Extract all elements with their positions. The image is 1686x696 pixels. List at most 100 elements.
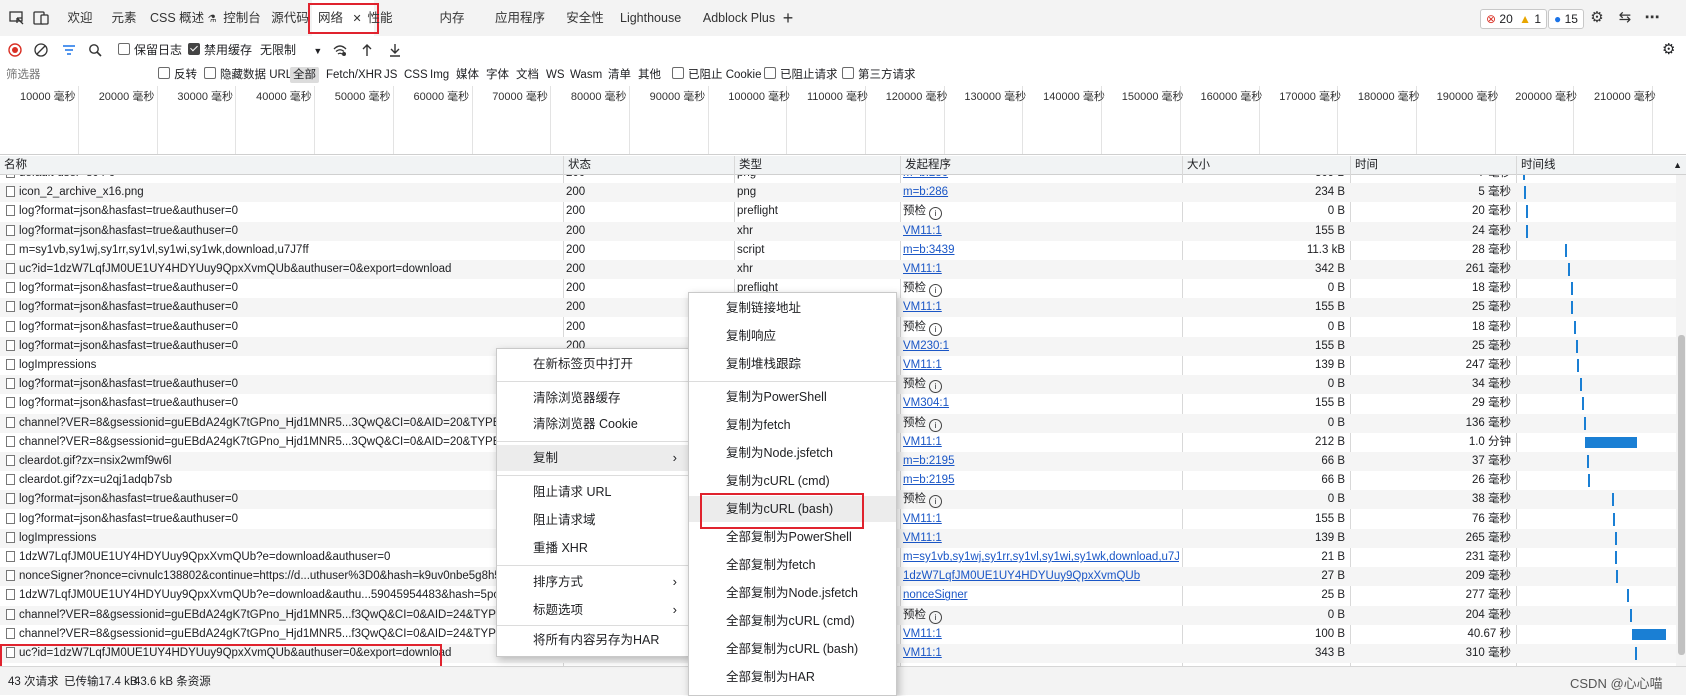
cell-name[interactable]: 1dzW7LqfJM0UE1UY4HDYUuy9QpxXvmQUb?e=down… <box>6 586 558 605</box>
copy-as-curl-cmd[interactable]: 复制为cURL (cmd) <box>689 468 896 494</box>
copy-link-address[interactable]: 复制链接地址 <box>689 295 896 321</box>
preserve-log-checkbox[interactable]: 保留日志 <box>118 41 182 59</box>
info-counter[interactable]: ● 15 <box>1548 9 1584 29</box>
filter-type-css[interactable]: CSS <box>404 67 428 83</box>
cell-initiator[interactable]: VM11:1 <box>903 222 1179 241</box>
filter-input[interactable] <box>4 66 148 84</box>
upload-icon[interactable] <box>360 41 374 62</box>
tab-adblock-plus[interactable]: Adblock Plus <box>702 0 776 36</box>
cell-name[interactable]: log?format=json&hasfast=true&authuser=0 <box>6 375 558 394</box>
menu-block-url[interactable]: 阻止请求 URL <box>497 479 689 505</box>
disable-cache-checkbox[interactable]: 禁用缓存 <box>188 41 252 59</box>
blocked-requests-checkbox[interactable]: 已阻止请求 <box>764 67 838 83</box>
wifi-settings-icon[interactable] <box>332 41 348 62</box>
copy-as-curl-bash[interactable]: 复制为cURL (bash) <box>689 496 896 522</box>
cell-name[interactable]: logImpressions <box>6 529 558 548</box>
hide-data-urls-box[interactable] <box>204 67 216 79</box>
table-row[interactable]: uc?id=1dzW7LqfJM0UE1UY4HDYUuy9QpxXvmQUb&… <box>0 260 1686 279</box>
tab-console[interactable]: 控制台 <box>222 0 262 36</box>
cell-name[interactable]: log?format=json&hasfast=true&authuser=0 <box>6 298 558 317</box>
record-stop-icon[interactable] <box>8 41 22 62</box>
copy-stack-trace[interactable]: 复制堆栈跟踪 <box>689 351 896 377</box>
filter-icon[interactable] <box>62 41 76 62</box>
col-status-header[interactable]: 状态 <box>563 156 734 174</box>
cell-name[interactable]: channel?VER=8&gsessionid=guEBdA24gK7tGPn… <box>6 414 558 433</box>
cell-initiator[interactable]: VM304:1 <box>903 394 1179 413</box>
tab-memory[interactable]: 内存 <box>432 0 472 36</box>
cell-name[interactable]: log?format=json&hasfast=true&authuser=0 <box>6 510 558 529</box>
tab-welcome[interactable]: 欢迎 <box>60 0 100 36</box>
inspect-icon[interactable] <box>8 9 26 27</box>
cell-name[interactable]: log?format=json&hasfast=true&authuser=0 <box>6 222 558 241</box>
filter-type-font[interactable]: 字体 <box>486 67 509 83</box>
menu-replay-xhr[interactable]: 重播 XHR <box>497 535 689 561</box>
col-initiator-header[interactable]: 发起程序 <box>900 156 1182 174</box>
copy-all-as-curl-cmd[interactable]: 全部复制为cURL (cmd) <box>689 608 896 634</box>
cell-name[interactable]: log?format=json&hasfast=true&authuser=0 <box>6 279 558 298</box>
table-row[interactable]: log?format=json&hasfast=true&authuser=0 2… <box>0 202 1686 221</box>
filter-type-doc[interactable]: 文档 <box>516 67 539 83</box>
connect-icon[interactable]: ⇆ <box>1616 9 1634 27</box>
menu-copy[interactable]: 复制 › <box>497 445 689 471</box>
preserve-log-box[interactable] <box>118 43 130 55</box>
col-size-header[interactable]: 大小 <box>1182 156 1350 174</box>
download-icon[interactable] <box>388 41 402 62</box>
tab-elements[interactable]: 元素 <box>106 0 142 36</box>
menu-clear-cookies[interactable]: 清除浏览器 Cookie <box>497 411 689 437</box>
cell-initiator[interactable]: 预检 i <box>903 318 1179 337</box>
filter-type-ws[interactable]: WS <box>546 67 565 83</box>
menu-clear-cache[interactable]: 清除浏览器缓存 <box>497 385 689 411</box>
cell-initiator[interactable]: VM11:1 <box>903 298 1179 317</box>
col-time-header[interactable]: 时间 <box>1350 156 1516 174</box>
cell-initiator[interactable]: VM11:1 <box>903 510 1179 529</box>
menu-save-all-har[interactable]: 将所有内容另存为HAR <box>497 627 689 653</box>
overview-timeline[interactable]: 10000 毫秒 20000 毫秒 30000 毫秒 40000 毫秒 50000 毫秒… <box>0 86 1686 155</box>
cell-initiator[interactable]: 预检 i <box>903 490 1179 509</box>
blocked-cookies-box[interactable] <box>672 67 684 79</box>
device-toolbar-icon[interactable] <box>32 9 50 27</box>
throttling-select[interactable]: 无限制 ▼ <box>260 41 322 60</box>
cell-initiator[interactable]: 预检 i <box>903 414 1179 433</box>
cell-name[interactable]: log?format=json&hasfast=true&authuser=0 <box>6 394 558 413</box>
cell-initiator[interactable]: VM11:1 <box>903 433 1179 452</box>
settings-icon[interactable]: ⚙ <box>1662 41 1675 59</box>
copy-as-fetch[interactable]: 复制为fetch <box>689 412 896 438</box>
menu-open-new-tab[interactable]: 在新标签页中打开 <box>497 351 689 377</box>
cell-name[interactable]: channel?VER=8&gsessionid=guEBdA24gK7tGPn… <box>6 625 558 644</box>
tab-security[interactable]: 安全性 <box>560 0 610 36</box>
table-row[interactable]: log?format=json&hasfast=true&authuser=0 2… <box>0 221 1686 241</box>
tab-application[interactable]: 应用程序 <box>488 0 552 36</box>
cell-initiator[interactable]: 1dzW7LqfJM0UE1UY4HDYUuy9QpxXvmQUb <box>903 567 1179 586</box>
table-row[interactable]: icon_2_archive_x16.png 200 png m=b:286 234 B… <box>0 183 1686 203</box>
cell-name[interactable]: m=sy1vb,sy1wj,sy1rr,sy1vl,sy1wi,sy1wk,do… <box>6 241 558 260</box>
copy-all-as-fetch[interactable]: 全部复制为fetch <box>689 552 896 578</box>
cell-name[interactable]: log?format=json&hasfast=true&authuser=0 <box>6 490 558 509</box>
cell-initiator[interactable]: VM11:1 <box>903 529 1179 548</box>
cell-name[interactable]: channel?VER=8&gsessionid=guEBdA24gK7tGPn… <box>6 433 558 452</box>
cell-initiator[interactable]: VM230:1 <box>903 337 1179 356</box>
copy-as-nodejs-fetch[interactable]: 复制为Node.jsfetch <box>689 440 896 466</box>
cell-initiator[interactable]: m=b:3439 <box>903 241 1179 260</box>
tab-lighthouse[interactable]: Lighthouse <box>620 0 681 36</box>
menu-sort-by[interactable]: 排序方式 › <box>497 569 689 595</box>
cell-name[interactable]: log?format=json&hasfast=true&authuser=0 <box>6 337 558 356</box>
filter-type-other[interactable]: 其他 <box>638 67 661 83</box>
menu-block-domain[interactable]: 阻止请求域 <box>497 507 689 533</box>
filter-type-js[interactable]: JS <box>384 67 397 83</box>
cell-name[interactable]: uc?id=1dzW7LqfJM0UE1UY4HDYUuy9QpxXvmQUb&… <box>6 260 558 279</box>
cell-initiator[interactable]: nonceSigner <box>903 586 1179 605</box>
filter-type-all[interactable]: 全部 <box>290 67 319 83</box>
cell-initiator[interactable]: 预检 i <box>903 375 1179 394</box>
disable-cache-box[interactable] <box>188 43 200 55</box>
copy-all-as-curl-bash[interactable]: 全部复制为cURL (bash) <box>689 636 896 662</box>
third-party-box[interactable] <box>842 67 854 79</box>
cell-initiator[interactable]: VM11:1 <box>903 356 1179 375</box>
search-icon[interactable] <box>88 41 102 62</box>
third-party-checkbox[interactable]: 第三方请求 <box>842 67 916 83</box>
cell-initiator[interactable]: m=b:2195 <box>903 471 1179 490</box>
clear-icon[interactable] <box>34 41 48 62</box>
cell-name[interactable]: cleardot.gif?zx=nsix2wmf9w6l <box>6 452 558 471</box>
filter-type-manifest[interactable]: 清单 <box>608 67 631 83</box>
col-waterfall-header[interactable]: 时间线 ▲ <box>1516 156 1686 174</box>
tab-performance[interactable]: 性能 <box>360 0 400 36</box>
